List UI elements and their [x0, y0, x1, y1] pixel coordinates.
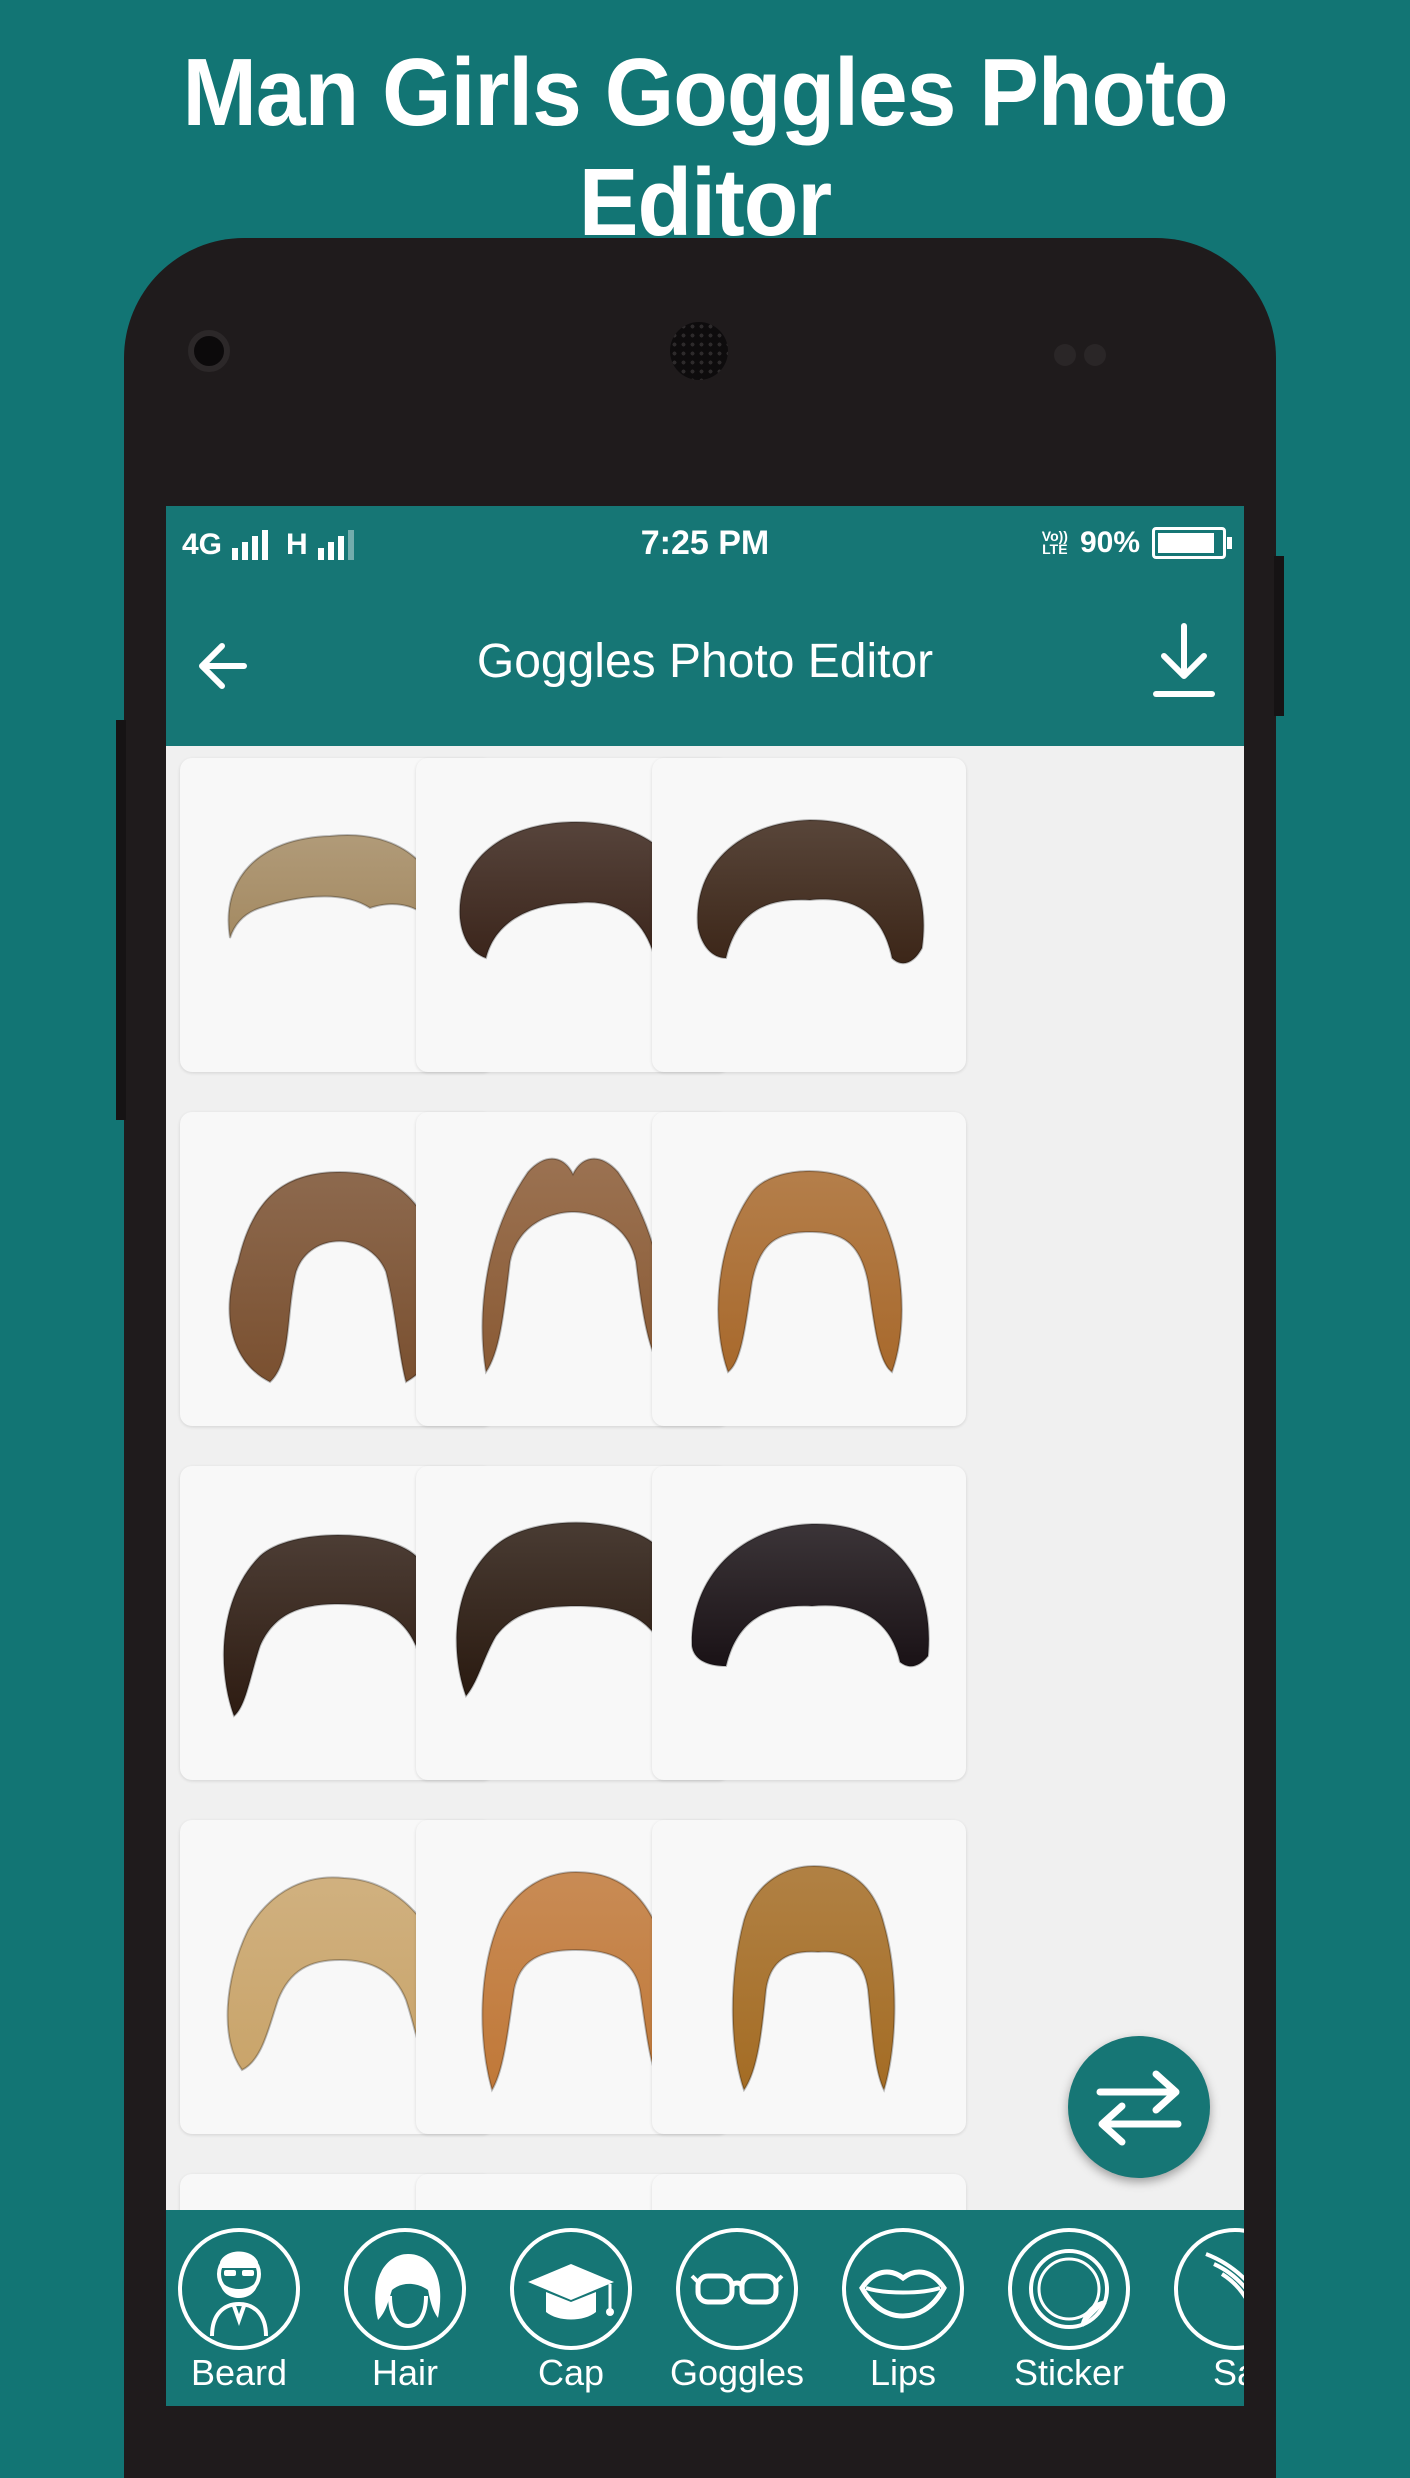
- app-screen: 4G H 7:25 PM Vo)) LTE 90% Goggles Photo …: [166, 506, 1244, 2406]
- category-lips[interactable]: Lips: [828, 2216, 994, 2406]
- category-label: Beard: [190, 2352, 288, 2393]
- toolbar-title: Goggles Photo Editor: [476, 635, 934, 688]
- hair-style-image: [690, 1522, 930, 1668]
- hair-grid: [166, 746, 1244, 2406]
- graduation-cap-icon: [510, 2228, 632, 2350]
- hair-style-image: [717, 1170, 903, 1374]
- battery-percent: 90%: [1079, 526, 1140, 559]
- hair-item-messy-black[interactable]: [652, 1466, 966, 1780]
- saree-icon: [1174, 2228, 1244, 2350]
- phone-side-button-left: [116, 720, 126, 1120]
- earpiece-speaker: [670, 322, 728, 380]
- hair-style-image: [731, 1864, 896, 2093]
- category-label: Lips: [869, 2352, 937, 2393]
- category-label: Sa: [1212, 2352, 1244, 2393]
- swap-arrows-icon: [1096, 2070, 1182, 2146]
- status-bar: 4G H 7:25 PM Vo)) LTE 90%: [166, 506, 1244, 586]
- category-beard[interactable]: Beard: [166, 2216, 330, 2406]
- hair-item-spiky-brown[interactable]: [652, 758, 966, 1072]
- category-label: Cap: [537, 2352, 605, 2393]
- phone-side-button-right: [1274, 556, 1284, 716]
- download-icon: [1153, 623, 1215, 697]
- category-sticker[interactable]: Sticker: [994, 2216, 1160, 2406]
- category-goggles[interactable]: Goggles: [662, 2216, 828, 2406]
- hair-item-long-golden-brown[interactable]: [652, 1820, 966, 2134]
- goggles-icon: [676, 2228, 798, 2350]
- swap-fab-button[interactable]: [1068, 2036, 1210, 2178]
- category-label: Goggles: [669, 2352, 805, 2393]
- volte-bottom-label: LTE: [1042, 541, 1068, 557]
- category-label: Sticker: [1013, 2352, 1125, 2393]
- download-button[interactable]: [1144, 618, 1224, 706]
- category-label: Hair: [371, 2352, 438, 2393]
- volte-icon: Vo)) LTE: [1042, 529, 1068, 557]
- hair-icon: [344, 2228, 466, 2350]
- hair-item-long-curly-auburn[interactable]: [652, 1112, 966, 1426]
- lips-icon: [842, 2228, 964, 2350]
- front-camera: [188, 330, 230, 372]
- category-sa[interactable]: Sa: [1160, 2216, 1244, 2406]
- battery-icon: [1152, 527, 1232, 559]
- category-cap[interactable]: Cap: [496, 2216, 662, 2406]
- light-sensor: [1084, 344, 1106, 366]
- app-toolbar: Goggles Photo Editor: [166, 586, 1244, 746]
- proximity-sensor: [1054, 344, 1076, 366]
- beard-man-icon: [178, 2228, 300, 2350]
- sticker-icon: [1008, 2228, 1130, 2350]
- hair-style-image: [696, 818, 925, 965]
- category-hair[interactable]: Hair: [330, 2216, 496, 2406]
- bottom-category-bar: Beard Hair Cap Goggles Lips Sticker Sa: [166, 2210, 1244, 2406]
- promo-title: Man Girls Goggles Photo Editor: [182, 39, 1228, 256]
